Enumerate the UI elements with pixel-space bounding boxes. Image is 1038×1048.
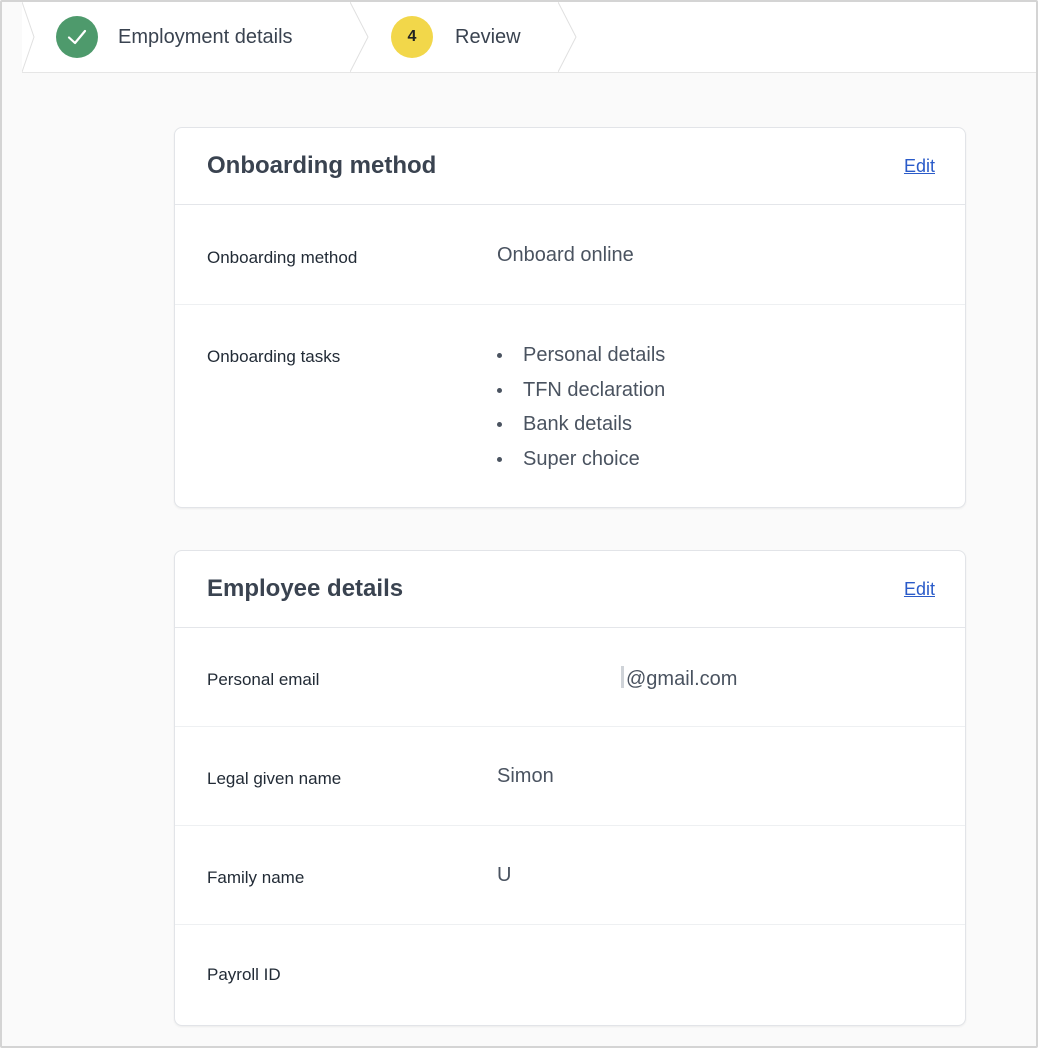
- check-icon: [67, 29, 87, 45]
- row-value: Simon: [497, 765, 554, 787]
- row-value: Onboard online: [497, 244, 634, 266]
- detail-row-personal-email: Personal email @gmail.com: [175, 628, 965, 727]
- onboarding-task-list: Personal details TFN declaration Bank de…: [497, 338, 665, 476]
- edit-onboarding-link[interactable]: Edit: [904, 156, 935, 177]
- redacted-text: [621, 666, 624, 688]
- step-review[interactable]: 4 Review: [391, 2, 521, 72]
- page-frame: Employment details 4 Review Onboarding m…: [0, 0, 1038, 1048]
- stepper-divider: [558, 2, 577, 72]
- stepper-divider: [350, 2, 369, 72]
- detail-row-onboarding-tasks: Onboarding tasks Personal details TFN de…: [175, 305, 965, 505]
- row-label: Onboarding tasks: [207, 347, 341, 366]
- card-header: Onboarding method Edit: [175, 128, 965, 205]
- email-domain: @gmail.com: [626, 668, 738, 690]
- employee-details-card: Employee details Edit Personal email @gm…: [174, 550, 966, 1026]
- step-number-badge: 4: [391, 16, 433, 58]
- row-label: Legal given name: [207, 769, 342, 788]
- progress-stepper: Employment details 4 Review: [22, 2, 1036, 73]
- step-label: Employment details: [118, 25, 293, 48]
- list-item: TFN declaration: [497, 373, 665, 408]
- list-item: Personal details: [497, 338, 665, 373]
- card-header: Employee details Edit: [175, 551, 965, 628]
- detail-row-payroll-id: Payroll ID: [175, 925, 965, 1024]
- card-title: Employee details: [207, 575, 404, 602]
- row-label: Payroll ID: [207, 965, 281, 984]
- detail-row-legal-given-name: Legal given name Simon: [175, 727, 965, 826]
- row-label: Onboarding method: [207, 248, 358, 267]
- list-item: Super choice: [497, 442, 665, 477]
- list-item: Bank details: [497, 407, 665, 442]
- card-title: Onboarding method: [207, 152, 437, 179]
- row-label: Personal email: [207, 670, 320, 689]
- edit-employee-link[interactable]: Edit: [904, 579, 935, 600]
- detail-row-family-name: Family name U: [175, 826, 965, 925]
- row-value-email: @gmail.com: [621, 666, 737, 691]
- step-employment-details[interactable]: Employment details: [56, 2, 293, 72]
- onboarding-method-card: Onboarding method Edit Onboarding method…: [174, 127, 966, 508]
- stepper-divider-left: [22, 2, 35, 72]
- step-complete-badge: [56, 16, 98, 58]
- row-value: U: [497, 864, 512, 886]
- detail-row-onboarding-method: Onboarding method Onboard online: [175, 205, 965, 305]
- row-label: Family name: [207, 868, 305, 887]
- step-number: 4: [407, 28, 417, 45]
- step-label: Review: [455, 25, 521, 48]
